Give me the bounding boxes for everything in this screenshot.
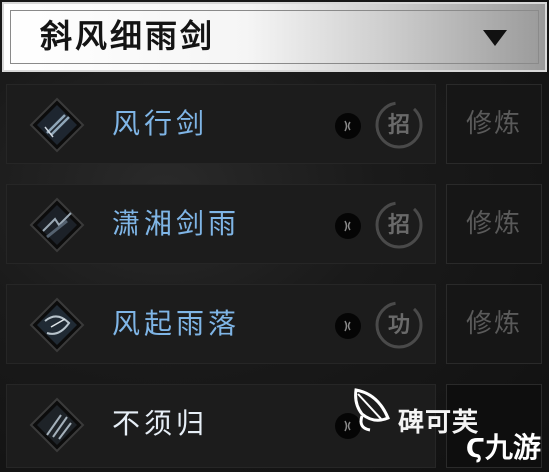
seal-icon: 功: [373, 299, 425, 351]
logo-text: 九游: [484, 431, 541, 464]
skill-icon: [29, 197, 85, 253]
seal-icon: 招: [373, 199, 425, 251]
skill-icon: [29, 97, 85, 153]
seal-label: 功: [387, 312, 410, 338]
skill-icon: [29, 397, 85, 453]
skill-type-icon: [335, 313, 361, 339]
skill-type-icon: [335, 213, 361, 239]
skill-row[interactable]: 风起雨落 功: [6, 284, 436, 364]
skill-row[interactable]: 潇湘剑雨 招: [6, 184, 436, 264]
skill-icon: [29, 297, 85, 353]
train-button[interactable]: 修炼: [446, 184, 542, 264]
skill-name: 风行剑: [112, 107, 209, 140]
logo-mark-icon: Ϛ: [465, 434, 485, 464]
train-button[interactable]: 修炼: [446, 84, 542, 164]
skill-name: 风起雨落: [112, 307, 241, 340]
seal-label: 招: [387, 212, 410, 238]
seal-icon: 招: [373, 99, 425, 151]
martial-art-selector[interactable]: 斜风细雨剑: [2, 2, 547, 72]
skill-type-icon: [335, 113, 361, 139]
leaf-logo-icon: [354, 388, 390, 432]
skill-name: 不须归: [112, 407, 209, 440]
chevron-down-icon[interactable]: [483, 30, 507, 46]
site-logo: Ϛ九游: [466, 426, 541, 466]
seal-label: 招: [387, 112, 410, 138]
train-button[interactable]: 修炼: [446, 284, 542, 364]
selector-title: 斜风细雨剑: [40, 17, 216, 55]
skill-row[interactable]: 风行剑 招: [6, 84, 436, 164]
skill-name: 潇湘剑雨: [112, 207, 241, 240]
